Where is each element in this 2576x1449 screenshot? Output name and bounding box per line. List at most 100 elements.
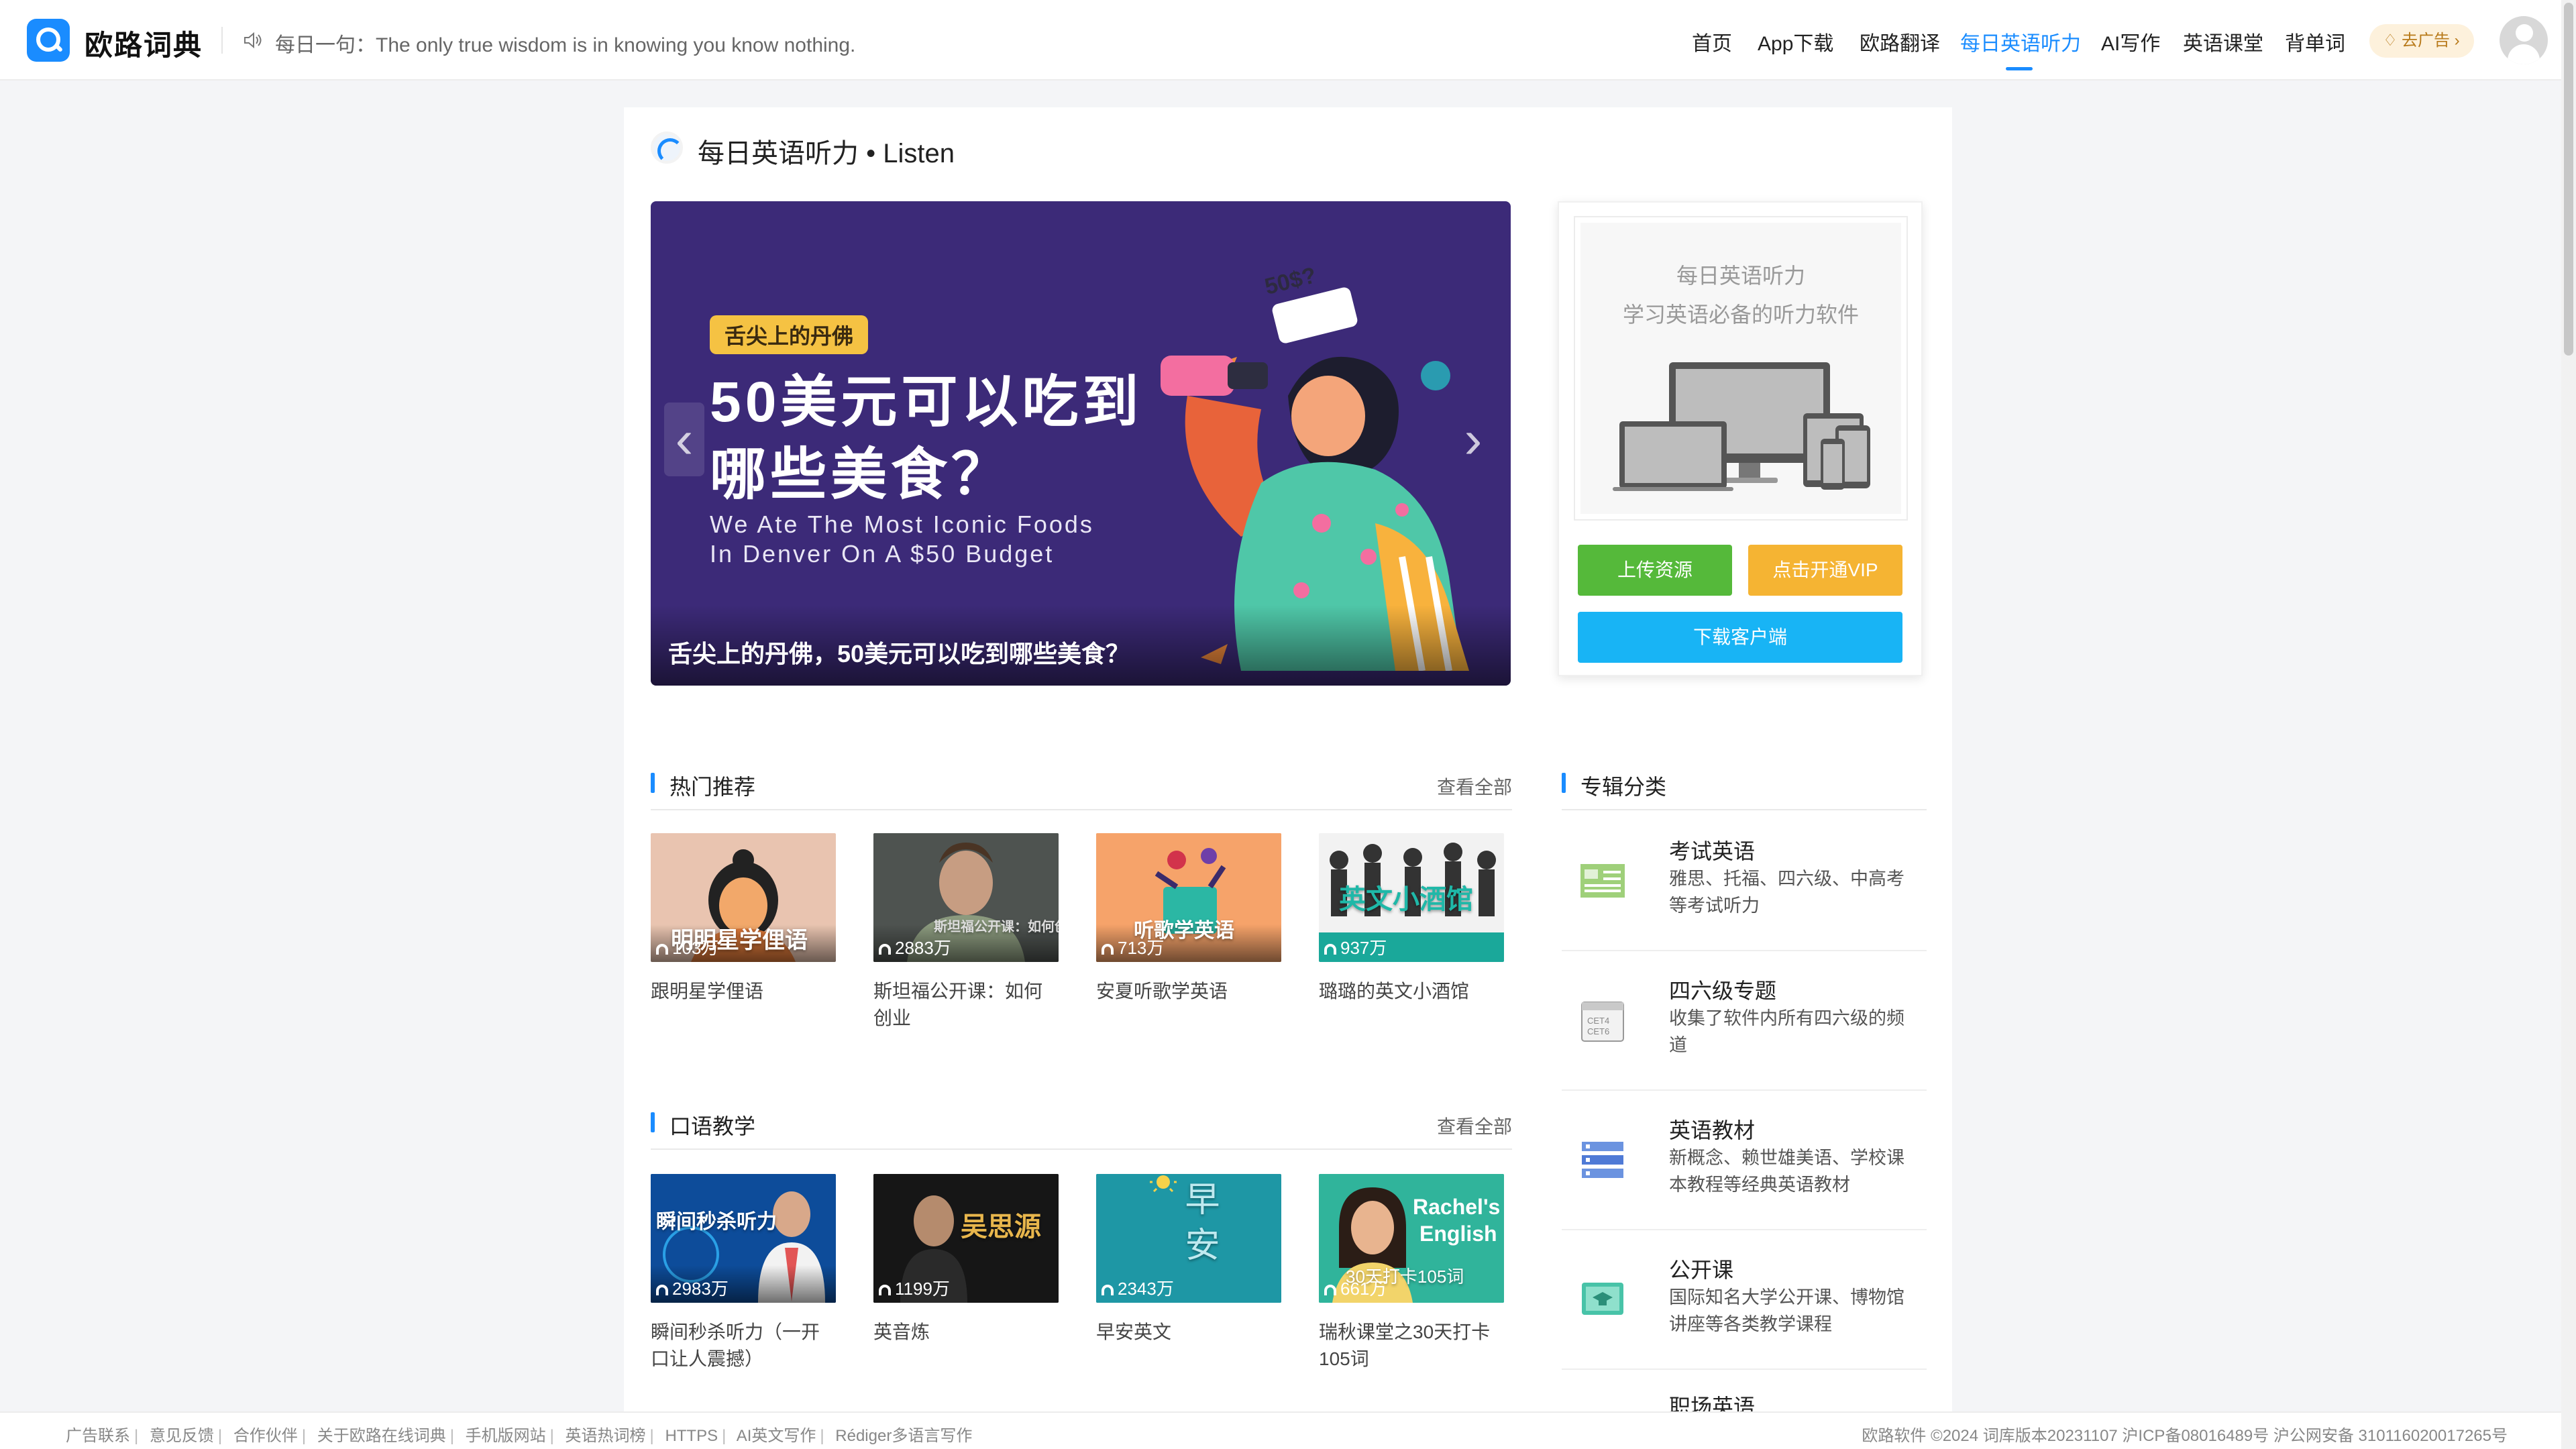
footer-separator: | — [549, 1427, 554, 1445]
page-scrollbar[interactable] — [2561, 0, 2576, 1449]
album-card[interactable]: 吴思源 1199万 英音炼 — [873, 1174, 1059, 1346]
hot-view-all-link[interactable]: 查看全部 — [1437, 773, 1512, 800]
album-thumbnail[interactable]: 听歌学英语 713万 — [1096, 833, 1281, 962]
oral-section-title: 口语教学 — [669, 1114, 756, 1138]
banner-headline-line2: 哪些美食？ — [710, 443, 1012, 506]
album-title[interactable]: 安夏听歌学英语 — [1096, 978, 1281, 1005]
headphone-icon — [656, 1285, 668, 1296]
featured-banner[interactable]: 50$? 舌尖上的丹佛 50美元可以吃到 哪些美食？ We Ate The Mo… — [651, 201, 1511, 686]
category-desc: 雅思、托福、四六级、中高考等考试听力 — [1669, 869, 1904, 916]
album-title[interactable]: 斯坦福公开课：如何创业 — [873, 978, 1059, 1032]
album-card[interactable]: 明明星学俚语 103万 跟明星学俚语 — [651, 833, 836, 1005]
album-thumbnail[interactable]: 明明星学俚语 103万 — [651, 833, 836, 962]
page-title: 每日英语听力 • Listen — [698, 139, 955, 168]
upload-resource-button[interactable]: 上传资源 — [1578, 545, 1732, 596]
category-item-open-course[interactable]: 公开课 国际知名大学公开课、博物馆讲座等各类教学课程 — [1562, 1230, 1927, 1370]
nav-english-class[interactable]: 英语课堂 — [2183, 27, 2263, 56]
nav-vocabulary[interactable]: 背单词 — [2285, 27, 2345, 56]
play-count-value: 103万 — [672, 938, 719, 958]
album-card[interactable]: 早安 2343万 早安英文 — [1096, 1174, 1281, 1346]
album-card[interactable]: 斯坦福公开课：如何创业 2883万 斯坦福公开课：如何创业 — [873, 833, 1059, 1032]
footer-separator: | — [449, 1427, 454, 1445]
header-divider — [221, 27, 223, 54]
footer-link-hotwords[interactable]: 英语热词榜 — [566, 1427, 646, 1445]
textbook-stack-icon — [1582, 1142, 1623, 1178]
footer-link-feedback[interactable]: 意见反馈 — [150, 1427, 214, 1445]
headphone-icon — [1324, 944, 1336, 955]
headphone-icon — [1102, 1285, 1114, 1296]
album-thumbnail[interactable]: 斯坦福公开课：如何创业 2883万 — [873, 833, 1059, 962]
album-title[interactable]: 早安英文 — [1096, 1319, 1281, 1346]
main-content: 每日英语听力 • Listen 50$? 舌尖上的丹佛 50美元可以吃到 哪些美… — [624, 107, 1952, 1415]
album-thumbnail[interactable]: Rachel's English 30天打卡105词 661万 — [1319, 1174, 1504, 1303]
banner-prev-arrow-icon[interactable]: ‹ — [664, 402, 704, 476]
category-name: 四六级专题 — [1669, 979, 1777, 1003]
album-thumbnail[interactable]: 吴思源 1199万 — [873, 1174, 1059, 1303]
hot-section-header: 热门推荐 查看全部 — [651, 770, 1512, 810]
footer-link-ai-writing[interactable]: AI英文写作 — [737, 1427, 816, 1445]
album-title[interactable]: 英音炼 — [873, 1319, 1059, 1346]
category-name: 公开课 — [1669, 1258, 1734, 1282]
user-avatar[interactable] — [2500, 16, 2548, 64]
nav-ai-writing[interactable]: AI写作 — [2101, 27, 2160, 56]
album-title[interactable]: 跟明星学俚语 — [651, 978, 836, 1005]
play-count-value: 2883万 — [895, 938, 951, 958]
remove-ads-button[interactable]: ♢ 去广告 › — [2369, 24, 2474, 58]
footer-link-rediger[interactable]: Rédiger多语言写作 — [835, 1427, 972, 1445]
banner-headline-line1: 50美元可以吃到 — [710, 370, 1143, 433]
category-desc: 收集了软件内所有四六级的频道 — [1669, 1008, 1904, 1055]
footer-link-ads[interactable]: 广告联系 — [66, 1427, 130, 1445]
download-client-button[interactable]: 下载客户端 — [1578, 612, 1902, 663]
footer-separator: | — [301, 1427, 307, 1445]
album-card[interactable]: 听歌学英语 713万 安夏听歌学英语 — [1096, 833, 1281, 1005]
footer-link-https[interactable]: HTTPS — [665, 1427, 718, 1445]
category-item-textbook[interactable]: 英语教材 新概念、赖世雄美语、学校课本教程等经典英语教材 — [1562, 1091, 1927, 1230]
album-title[interactable]: 瞬间秒杀听力（一开口让人震撼） — [651, 1319, 836, 1373]
album-title[interactable]: 璐璐的英文小酒馆 — [1319, 978, 1504, 1005]
speaker-icon[interactable] — [241, 30, 263, 51]
oral-view-all-link[interactable]: 查看全部 — [1437, 1112, 1512, 1139]
album-thumbnail[interactable]: 早安 2343万 — [1096, 1174, 1281, 1303]
category-item-workplace[interactable]: 职场英语 — [1562, 1370, 1927, 1415]
album-thumbnail[interactable]: 瞬间秒杀听力 2983万 — [651, 1174, 836, 1303]
category-desc: 国际知名大学公开课、博物馆讲座等各类教学课程 — [1669, 1287, 1904, 1334]
nav-translate[interactable]: 欧路翻译 — [1860, 27, 1940, 56]
banner-tag: 舌尖上的丹佛 — [710, 315, 869, 354]
scrollbar-thumb[interactable] — [2564, 3, 2573, 356]
open-vip-button[interactable]: 点击开通VIP — [1748, 545, 1902, 596]
category-item-exam[interactable]: 考试英语 雅思、托福、四六级、中高考等考试听力 — [1562, 812, 1927, 951]
album-card[interactable]: 瞬间秒杀听力 2983万 瞬间秒杀听力（一开口让人震撼） — [651, 1174, 836, 1373]
footer-separator: | — [649, 1427, 654, 1445]
daily-sentence: 每日一句：The only true wisdom is in knowing … — [275, 34, 856, 56]
nav-daily-listening[interactable]: 每日英语听力 — [1960, 27, 2081, 56]
album-overlay-text: 英文小酒馆 — [1339, 885, 1473, 914]
album-overlay-text: 早安 — [1179, 1181, 1218, 1272]
cet-calendar-icon: CET4 CET6 — [1581, 1002, 1624, 1042]
footer-link-mobile[interactable]: 手机版网站 — [466, 1427, 546, 1445]
graduation-cap-icon — [1582, 1283, 1623, 1315]
nav-app-download[interactable]: App下载 — [1758, 27, 1833, 56]
play-count: 937万 — [1324, 934, 1387, 959]
play-count: 2883万 — [879, 934, 951, 959]
play-count: 661万 — [1324, 1275, 1387, 1300]
album-card[interactable]: Rachel's English 30天打卡105词 661万 瑞秋课堂之30天… — [1319, 1174, 1504, 1373]
promo-line1: 每日英语听力 — [1676, 264, 1805, 288]
app-promo-card: 每日英语听力 学习英语必备的听力软件 上传资源 点击开通VIP 下载客户端 — [1558, 201, 1923, 676]
album-thumbnail[interactable]: 英文小酒馆 937万 — [1319, 833, 1504, 962]
nav-active-underline — [2006, 67, 2033, 70]
logo-icon[interactable] — [27, 19, 70, 62]
logo-text[interactable]: 欧路词典 — [85, 23, 203, 64]
footer-link-partners[interactable]: 合作伙伴 — [233, 1427, 298, 1445]
banner-next-arrow-icon[interactable]: › — [1453, 402, 1493, 476]
footer-separator: | — [134, 1427, 139, 1445]
footer-separator: | — [217, 1427, 223, 1445]
nav-home[interactable]: 首页 — [1692, 27, 1732, 56]
album-card[interactable]: 英文小酒馆 937万 璐璐的英文小酒馆 — [1319, 833, 1504, 1005]
banner-caption[interactable]: 舌尖上的丹佛，50美元可以吃到哪些美食？ — [668, 635, 1130, 669]
category-item-cet[interactable]: CET4 CET6 四六级专题 收集了软件内所有四六级的频道 — [1562, 951, 1927, 1091]
headphone-icon — [1324, 1285, 1336, 1296]
play-count-value: 713万 — [1118, 938, 1165, 958]
categories-section-header: 专辑分类 — [1562, 770, 1927, 810]
footer-link-about[interactable]: 关于欧路在线词典 — [317, 1427, 446, 1445]
album-title[interactable]: 瑞秋课堂之30天打卡105词 — [1319, 1319, 1504, 1373]
